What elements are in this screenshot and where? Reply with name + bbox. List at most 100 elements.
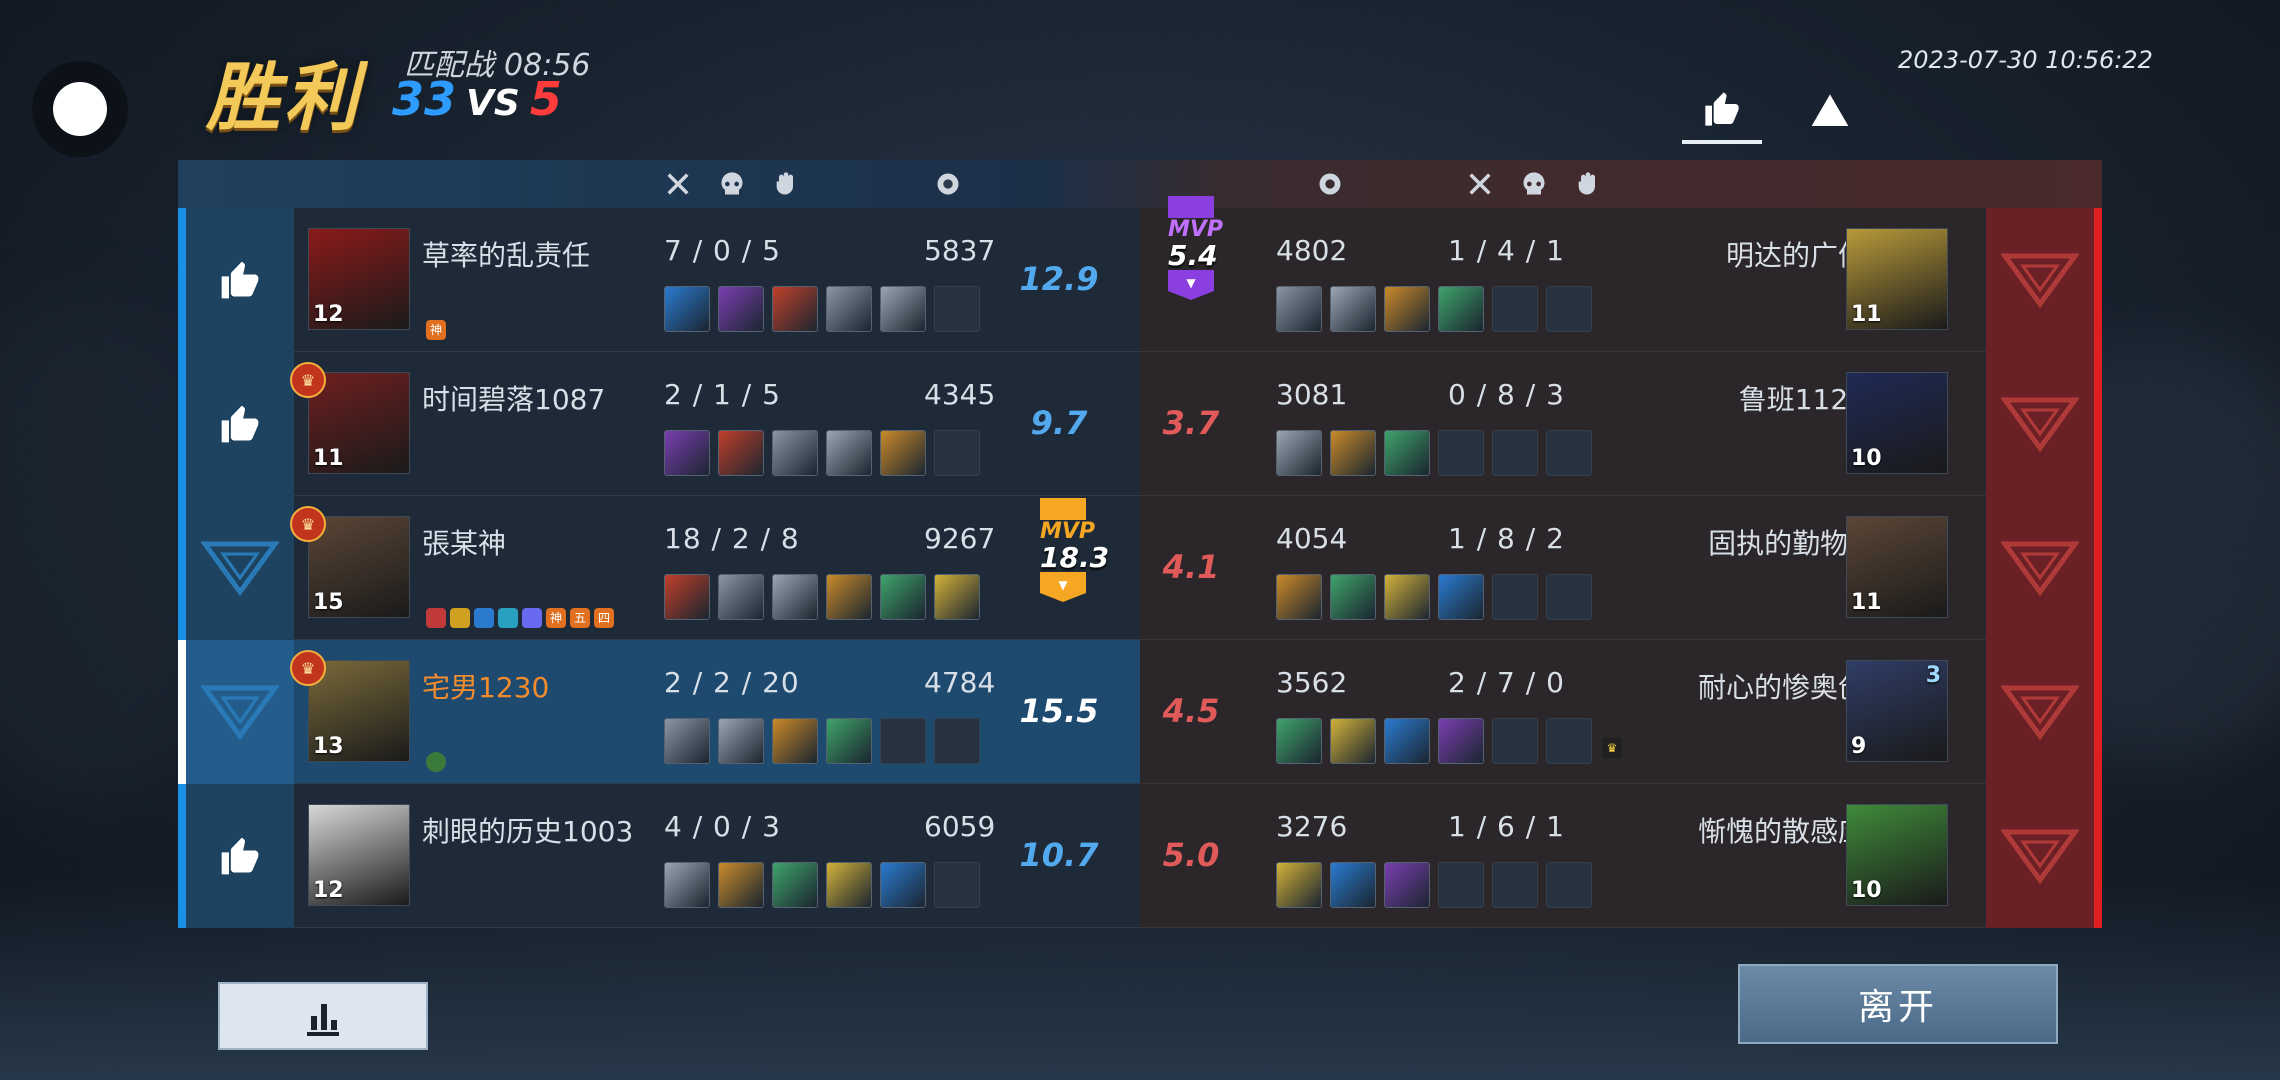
report-button[interactable]: [1986, 640, 2094, 784]
item-slot[interactable]: [1438, 862, 1484, 908]
tab-likes[interactable]: [1682, 78, 1762, 144]
hero-avatar[interactable]: 12: [308, 228, 410, 330]
item-slot[interactable]: [934, 430, 980, 476]
item-slot[interactable]: [880, 718, 926, 764]
leave-button[interactable]: 离开: [1738, 964, 2058, 1044]
item-slot[interactable]: [772, 430, 818, 476]
item-slot[interactable]: [934, 286, 980, 332]
rank-badge: 3: [1925, 663, 1941, 688]
mvp-badge: MVP 18.3 ▼: [1040, 498, 1109, 602]
item-slot[interactable]: [718, 862, 764, 908]
item-slot[interactable]: [772, 862, 818, 908]
report-button[interactable]: [1986, 496, 2094, 640]
score-vs: VS: [466, 83, 520, 124]
result-title: 胜利: [206, 55, 362, 141]
item-slot[interactable]: [664, 862, 710, 908]
item-slot[interactable]: [718, 430, 764, 476]
item-slot[interactable]: [772, 718, 818, 764]
item-slot[interactable]: [826, 862, 872, 908]
item-slot[interactable]: [880, 286, 926, 332]
hero-avatar[interactable]: 12: [308, 804, 410, 906]
item-slot[interactable]: [1330, 718, 1376, 764]
item-slot[interactable]: [1492, 862, 1538, 908]
item-slot[interactable]: [934, 718, 980, 764]
deaths-icon: [721, 172, 743, 195]
hero-avatar[interactable]: 11: [1846, 228, 1948, 330]
team-badge-icon: [2001, 541, 2079, 597]
item-slot[interactable]: [1438, 574, 1484, 620]
item-slot[interactable]: [1546, 718, 1592, 764]
item-slot[interactable]: [1384, 430, 1430, 476]
item-slot[interactable]: [1492, 574, 1538, 620]
stats-button[interactable]: [218, 982, 428, 1050]
item-slot[interactable]: [1546, 430, 1592, 476]
player-name: 宅男1230: [422, 671, 550, 704]
player-row: 12 草率的乱责任 7 / 0 / 5 5837 神 12.9 MVP 5.4 ▼ 4802 1 /…: [178, 196, 2102, 352]
like-button[interactable]: [186, 352, 294, 496]
player-gold: 3562: [1276, 666, 1348, 699]
crown-icon: ♛: [290, 650, 326, 686]
warning-icon: [1811, 94, 1849, 126]
like-button[interactable]: [186, 208, 294, 352]
item-slot[interactable]: [934, 574, 980, 620]
kills-icon-red: [1469, 173, 1491, 195]
like-button[interactable]: [186, 784, 294, 928]
item-slot[interactable]: [1438, 286, 1484, 332]
item-slot[interactable]: [1546, 286, 1592, 332]
item-slot[interactable]: [934, 862, 980, 908]
item-slot[interactable]: [826, 718, 872, 764]
item-slot[interactable]: [1276, 574, 1322, 620]
report-button[interactable]: [1986, 784, 2094, 928]
item-slot[interactable]: [664, 430, 710, 476]
item-slot[interactable]: [1384, 574, 1430, 620]
item-slot[interactable]: [880, 430, 926, 476]
item-slot[interactable]: [664, 718, 710, 764]
red-player-cell: 3.7 3081 0 / 8 / 3 鲁班1122 10: [1140, 352, 2102, 496]
item-slot[interactable]: [1276, 430, 1322, 476]
item-slot[interactable]: [1438, 430, 1484, 476]
screen-record-button[interactable]: [32, 61, 128, 157]
item-slot[interactable]: [826, 574, 872, 620]
report-button[interactable]: [1986, 352, 2094, 496]
hero-avatar[interactable]: 93: [1846, 660, 1948, 762]
report-button[interactable]: [1986, 208, 2094, 352]
item-slots: [664, 862, 980, 908]
item-slot[interactable]: [1384, 286, 1430, 332]
medal-badge: [474, 608, 494, 628]
hero-avatar[interactable]: 10: [1846, 804, 1948, 906]
hero-badges: [426, 752, 446, 772]
item-slot[interactable]: [1276, 718, 1322, 764]
item-slot[interactable]: [1492, 718, 1538, 764]
item-slot[interactable]: [718, 286, 764, 332]
tab-report[interactable]: [1790, 78, 1870, 144]
item-slot[interactable]: [718, 574, 764, 620]
item-slot[interactable]: [880, 862, 926, 908]
item-slot[interactable]: [826, 286, 872, 332]
item-slot[interactable]: [1546, 574, 1592, 620]
item-slot[interactable]: [1330, 430, 1376, 476]
item-slot[interactable]: [1492, 286, 1538, 332]
player-row: 13 ♛ 宅男1230 2 / 2 / 20 4784 15.5 4.5 3562 2 / 7 …: [178, 640, 2102, 784]
item-slot[interactable]: [826, 430, 872, 476]
item-slot[interactable]: [664, 574, 710, 620]
item-slot[interactable]: [1330, 862, 1376, 908]
item-slot[interactable]: [1330, 286, 1376, 332]
item-slot[interactable]: [1276, 862, 1322, 908]
match-datetime: 2023-07-30 10:56:22: [1898, 46, 2153, 74]
item-slots: [1276, 718, 1592, 764]
item-slot[interactable]: [1384, 862, 1430, 908]
item-slot[interactable]: [772, 286, 818, 332]
item-slot[interactable]: [1492, 430, 1538, 476]
hero-level: 10: [1851, 446, 1882, 471]
item-slot[interactable]: [1276, 286, 1322, 332]
item-slot[interactable]: [880, 574, 926, 620]
item-slot[interactable]: [772, 574, 818, 620]
item-slot[interactable]: [718, 718, 764, 764]
item-slot[interactable]: [1330, 574, 1376, 620]
item-slot[interactable]: [1438, 718, 1484, 764]
hero-avatar[interactable]: 11: [1846, 516, 1948, 618]
hero-avatar[interactable]: 10: [1846, 372, 1948, 474]
item-slot[interactable]: [1546, 862, 1592, 908]
item-slot[interactable]: [1384, 718, 1430, 764]
item-slot[interactable]: [664, 286, 710, 332]
